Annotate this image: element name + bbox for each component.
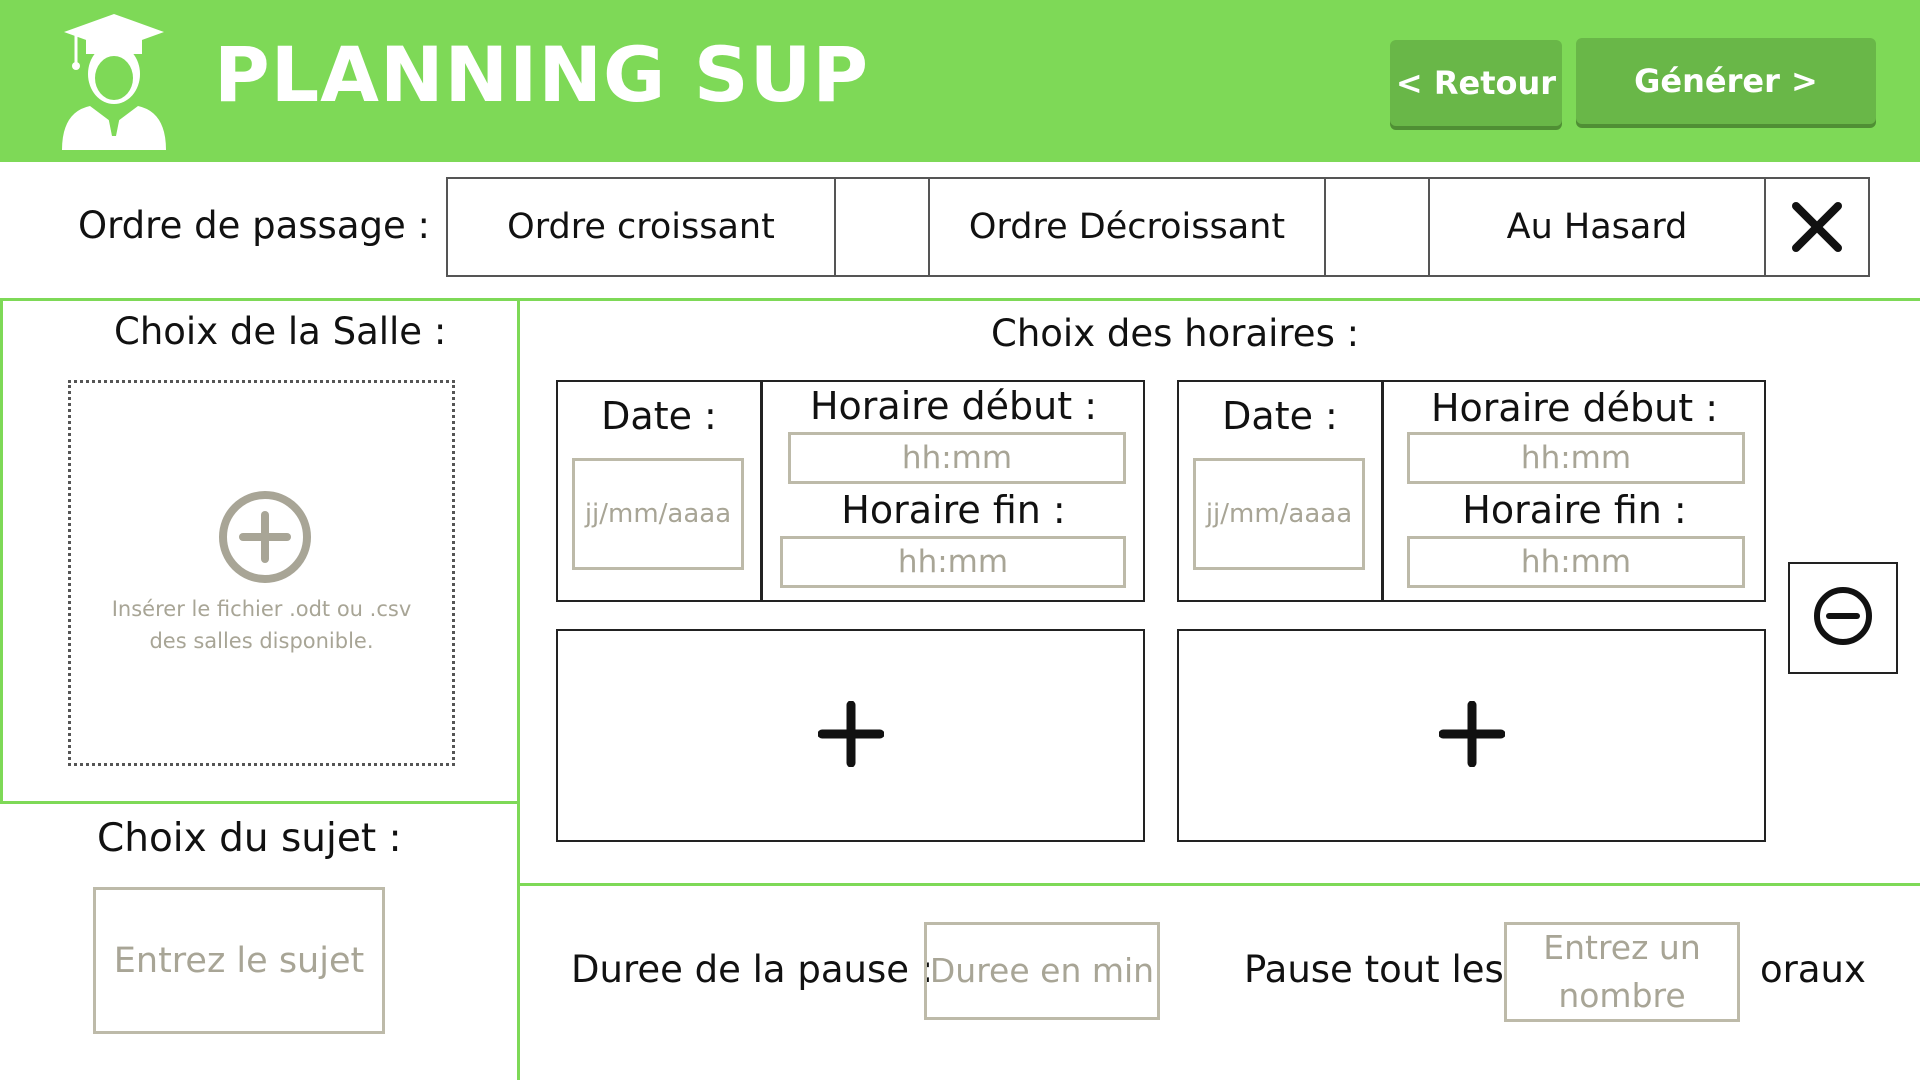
schedule-section-title: Choix des horaires : <box>991 312 1360 355</box>
plus-circle-icon <box>217 489 313 585</box>
order-ascending-checkbox[interactable] <box>834 177 930 277</box>
plus-icon <box>1438 700 1505 771</box>
order-ascending-option[interactable]: Ordre croissant <box>446 177 836 277</box>
pause-duration-input[interactable]: Duree en min <box>924 922 1160 1020</box>
close-icon[interactable] <box>1764 177 1870 277</box>
order-descending-checkbox[interactable] <box>1324 177 1430 277</box>
date-label: Date : <box>601 394 717 438</box>
app-header: PLANNING SUP < Retour Générer > <box>0 0 1920 162</box>
start-time-input[interactable]: hh:mm <box>788 432 1126 484</box>
date-label: Date : <box>1222 394 1338 438</box>
section-divider <box>0 298 1920 301</box>
graduate-student-icon <box>56 12 172 152</box>
date-input[interactable]: jj/mm/aaaa <box>1193 458 1365 570</box>
back-button[interactable]: < Retour <box>1390 40 1562 126</box>
pause-every-suffix: oraux <box>1760 948 1866 991</box>
add-schedule-button[interactable] <box>1177 629 1766 842</box>
order-random-option[interactable]: Au Hasard <box>1428 177 1766 277</box>
room-section-title: Choix de la Salle : <box>114 310 447 353</box>
end-time-label: Horaire fin : <box>1462 488 1687 532</box>
schedule-card: Date : jj/mm/aaaa Horaire début : hh:mm … <box>556 380 1145 602</box>
order-label: Ordre de passage : <box>78 204 430 247</box>
section-divider <box>0 801 520 804</box>
app-title: PLANNING SUP <box>214 30 870 119</box>
section-divider <box>0 298 3 804</box>
date-input[interactable]: jj/mm/aaaa <box>572 458 744 570</box>
pause-every-input[interactable]: Entrez un nombre <box>1504 922 1740 1022</box>
subject-section-title: Choix du sujet : <box>97 816 402 861</box>
order-descending-option[interactable]: Ordre Décroissant <box>928 177 1326 277</box>
pause-duration-label: Duree de la pause : <box>571 948 934 991</box>
minus-circle-icon <box>1812 585 1874 651</box>
section-divider <box>517 298 520 1080</box>
start-time-label: Horaire début : <box>809 384 1098 428</box>
end-time-input[interactable]: hh:mm <box>1407 536 1745 588</box>
end-time-label: Horaire fin : <box>841 488 1066 532</box>
add-schedule-button[interactable] <box>556 629 1145 842</box>
dropzone-hint: Insérer le fichier .odt ou .csv des sall… <box>71 593 452 657</box>
generate-button[interactable]: Générer > <box>1576 38 1876 124</box>
remove-schedule-button[interactable] <box>1788 562 1898 674</box>
pause-every-placeholder: nombre <box>1558 976 1686 1015</box>
end-time-input[interactable]: hh:mm <box>780 536 1126 588</box>
dropzone-hint-line: Insérer le fichier .odt ou .csv <box>111 597 412 621</box>
plus-icon <box>817 700 884 771</box>
dropzone-hint-line: des salles disponible. <box>149 629 374 653</box>
subject-input[interactable]: Entrez le sujet <box>93 887 385 1034</box>
pause-every-label: Pause tout les <box>1244 948 1504 991</box>
start-time-input[interactable]: hh:mm <box>1407 432 1745 484</box>
start-time-label: Horaire début : <box>1430 386 1719 430</box>
schedule-card: Date : jj/mm/aaaa Horaire début : hh:mm … <box>1177 380 1766 602</box>
section-divider <box>517 883 1920 886</box>
room-file-dropzone[interactable]: Insérer le fichier .odt ou .csv des sall… <box>68 380 455 766</box>
pause-every-placeholder: Entrez un <box>1543 928 1701 967</box>
